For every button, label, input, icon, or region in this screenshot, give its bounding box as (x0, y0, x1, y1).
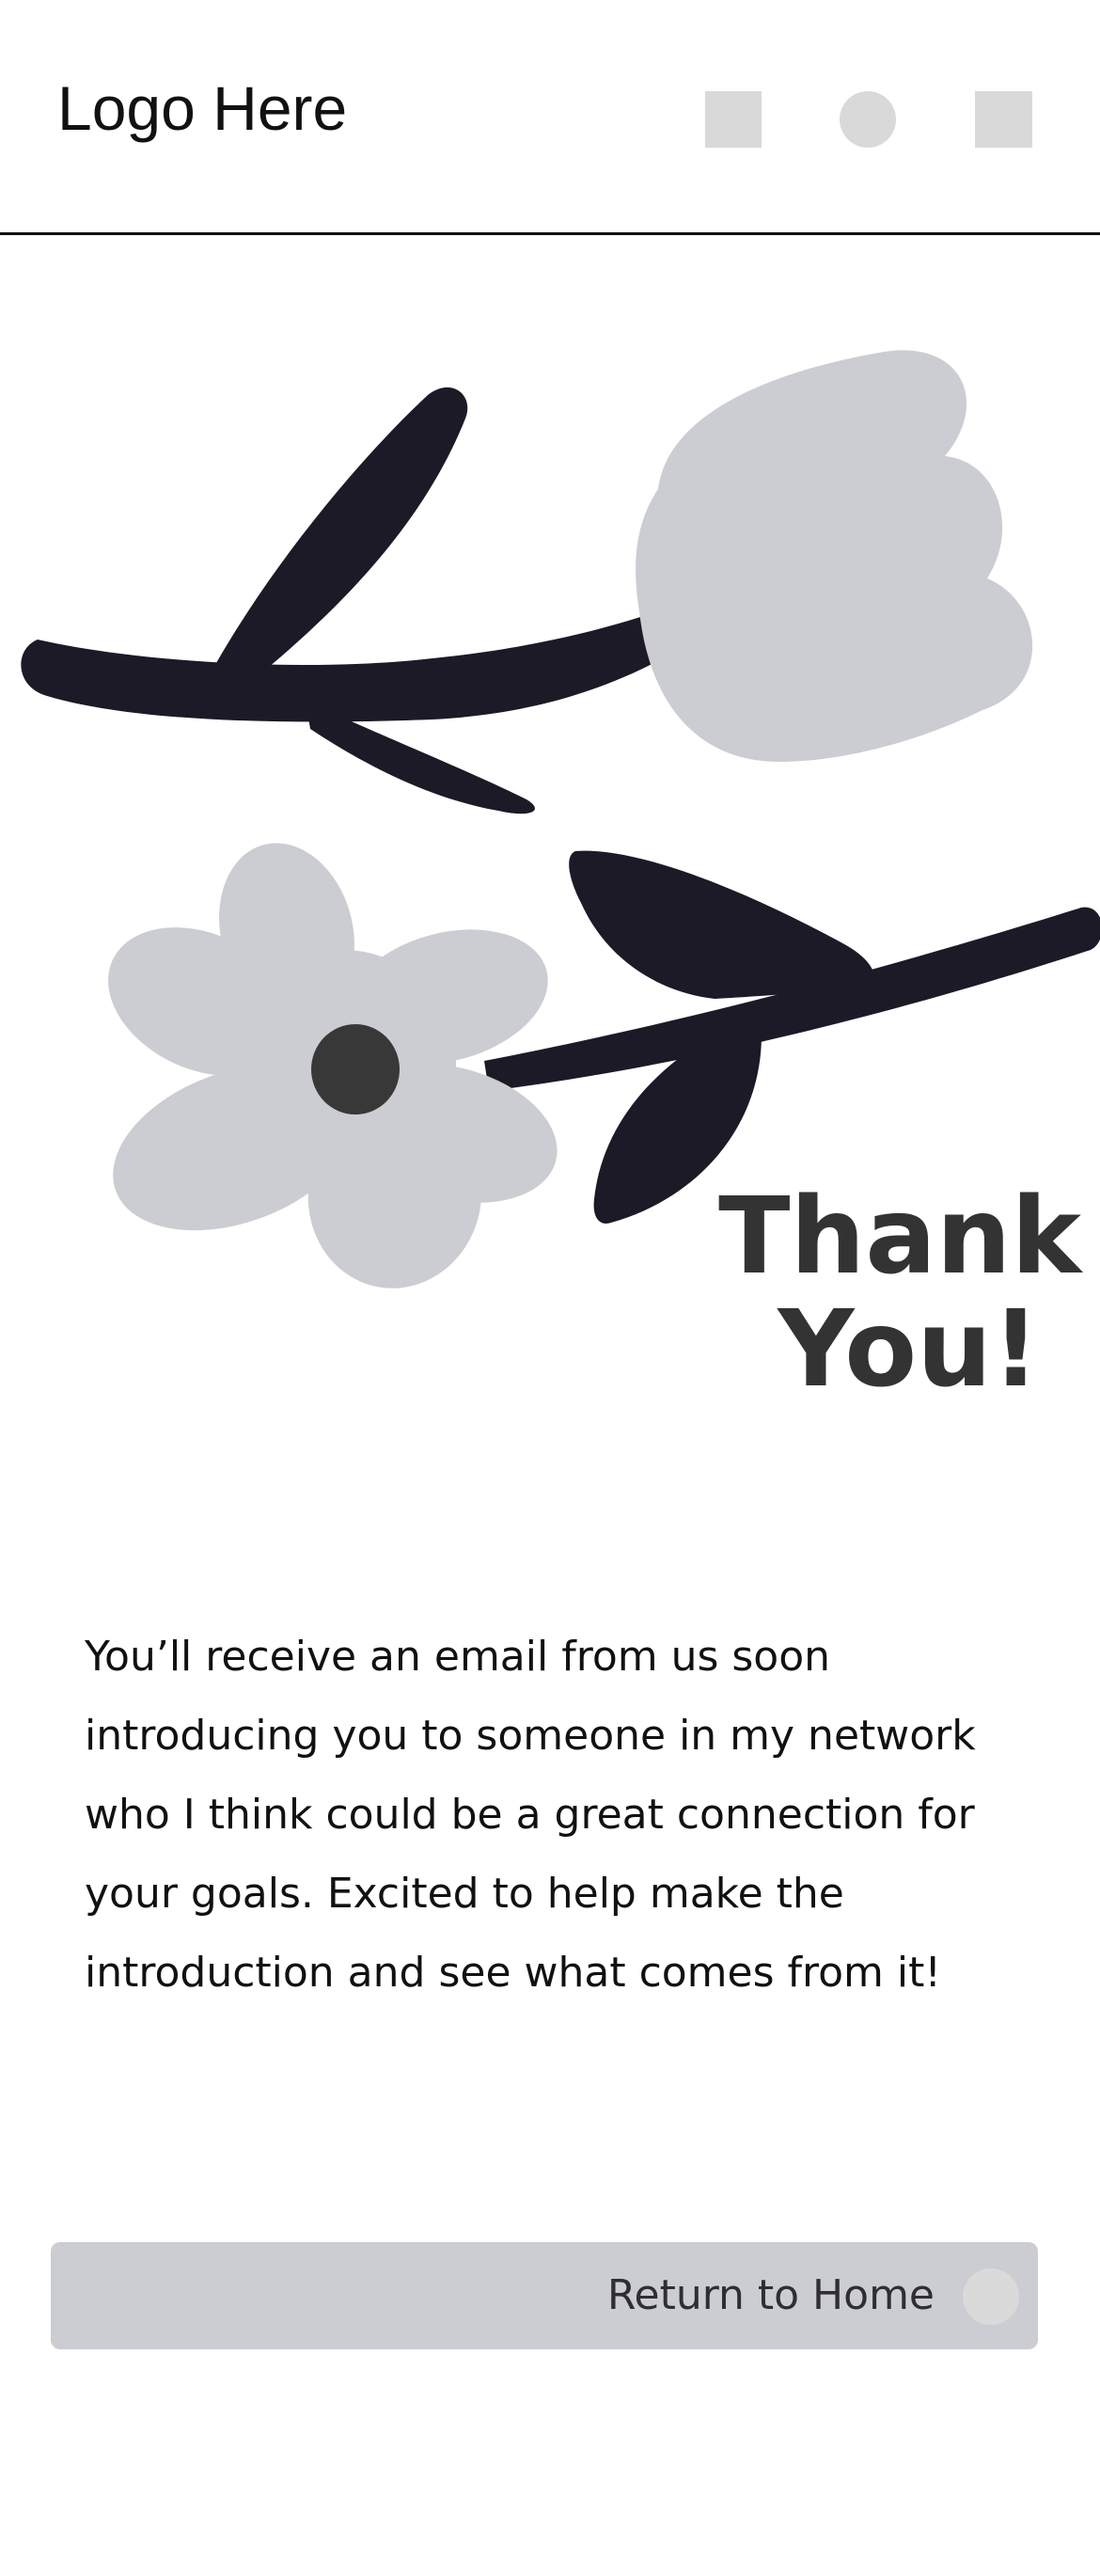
thank-you-heading: Thank You! (696, 1180, 1081, 1406)
thank-you-line-1: Thank (718, 1176, 1081, 1299)
tulip-stem (21, 387, 664, 814)
square-icon[interactable] (975, 91, 1032, 148)
square-icon[interactable] (705, 91, 762, 148)
logo[interactable]: Logo Here (57, 77, 347, 139)
confirmation-message: You’ll receive an email from us soon int… (85, 1633, 976, 1997)
return-to-home-label: Return to Home (606, 2271, 935, 2319)
tulip-head (636, 350, 1033, 762)
circle-icon (963, 2268, 1019, 2325)
thank-you-line-2: You! (778, 1288, 1040, 1412)
top-header: Logo Here (0, 0, 1100, 235)
circle-icon[interactable] (840, 91, 896, 148)
return-to-home-button[interactable]: Return to Home (51, 2242, 1038, 2349)
daisy-stem (484, 850, 1100, 1224)
daisy-center (311, 1024, 400, 1114)
